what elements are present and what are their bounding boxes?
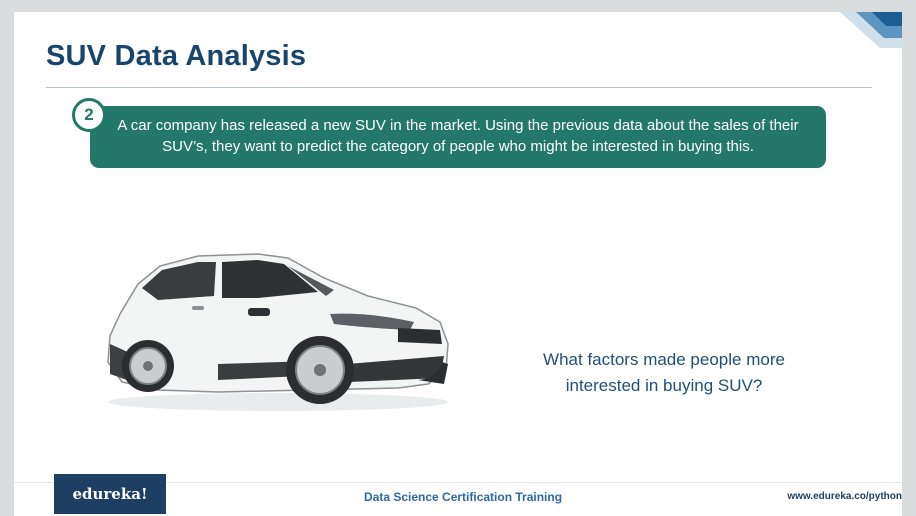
slide: SUV Data Analysis A car company has rele… [14, 12, 902, 482]
website-url: www.edureka.co/python [787, 491, 902, 502]
step-number-badge: 2 [72, 98, 106, 132]
question-line-2: interested in buying SUV? [565, 376, 763, 395]
suv-car-image [107, 253, 449, 411]
question-line-1: What factors made people more [543, 350, 785, 369]
banner-line-1: A car company has released a new SUV in … [117, 117, 799, 134]
problem-statement-banner: A car company has released a new SUV in … [90, 106, 826, 168]
corner-decoration [840, 12, 902, 48]
footer-bar: edureka! Data Science Certification Trai… [14, 474, 902, 516]
question-text: What factors made people more interested… [514, 347, 814, 399]
title-divider [46, 87, 872, 88]
course-name: Data Science Certification Training [364, 490, 563, 504]
edureka-logo: edureka! [54, 474, 166, 514]
page-title: SUV Data Analysis [46, 40, 307, 72]
banner-line-2: SUV’s, they want to predict the category… [162, 138, 754, 155]
